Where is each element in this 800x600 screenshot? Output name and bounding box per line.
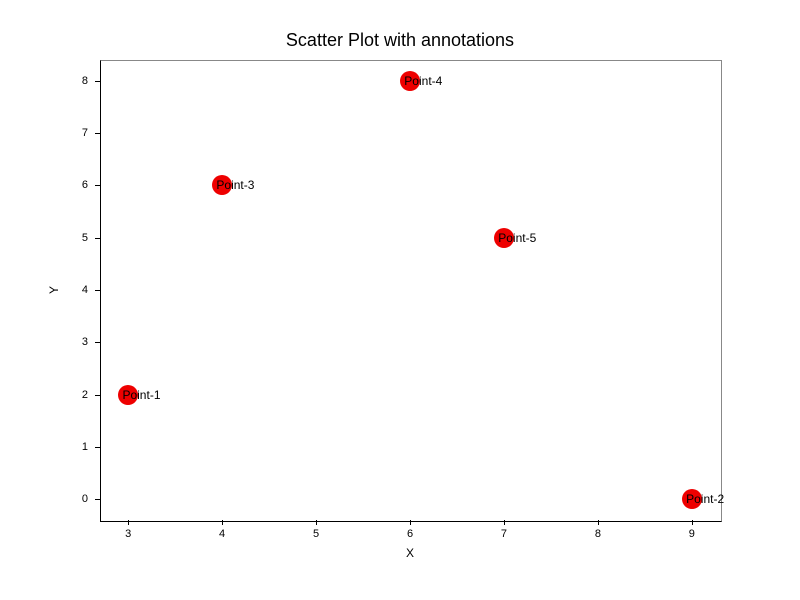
plot-area — [100, 60, 722, 522]
y-tick — [95, 342, 100, 343]
y-tick — [95, 290, 100, 291]
x-tick-label: 7 — [501, 528, 507, 540]
point-annotation: Point-4 — [404, 74, 442, 88]
y-tick-label: 1 — [82, 441, 88, 453]
y-tick-label: 2 — [82, 389, 88, 401]
y-tick — [95, 133, 100, 134]
y-tick-label: 3 — [82, 336, 88, 348]
x-tick-label: 5 — [313, 528, 319, 540]
chart-container: X Y 3456789012345678Point-1Point-2Point-… — [100, 60, 720, 520]
y-tick — [95, 185, 100, 186]
y-tick — [95, 395, 100, 396]
chart-title: Scatter Plot with annotations — [0, 30, 800, 51]
y-tick-label: 7 — [82, 127, 88, 139]
y-tick-label: 5 — [82, 232, 88, 244]
y-tick — [95, 238, 100, 239]
x-tick-label: 9 — [689, 528, 695, 540]
x-tick — [504, 520, 505, 525]
y-axis-label: Y — [47, 286, 61, 294]
y-tick-label: 6 — [82, 179, 88, 191]
y-tick — [95, 81, 100, 82]
x-axis-label: X — [100, 546, 720, 560]
point-annotation: Point-3 — [216, 178, 254, 192]
y-tick-label: 8 — [82, 75, 88, 87]
point-annotation: Point-2 — [686, 492, 724, 506]
x-tick — [692, 520, 693, 525]
x-tick-label: 4 — [219, 528, 225, 540]
y-tick-label: 4 — [82, 284, 88, 296]
x-tick-label: 3 — [125, 528, 131, 540]
x-tick — [316, 520, 317, 525]
x-tick-label: 6 — [407, 528, 413, 540]
point-annotation: Point-5 — [498, 231, 536, 245]
y-tick — [95, 447, 100, 448]
y-tick — [95, 499, 100, 500]
point-annotation: Point-1 — [122, 388, 160, 402]
x-tick — [222, 520, 223, 525]
x-tick — [128, 520, 129, 525]
x-tick-label: 8 — [595, 528, 601, 540]
x-tick — [598, 520, 599, 525]
x-tick — [410, 520, 411, 525]
y-tick-label: 0 — [82, 493, 88, 505]
